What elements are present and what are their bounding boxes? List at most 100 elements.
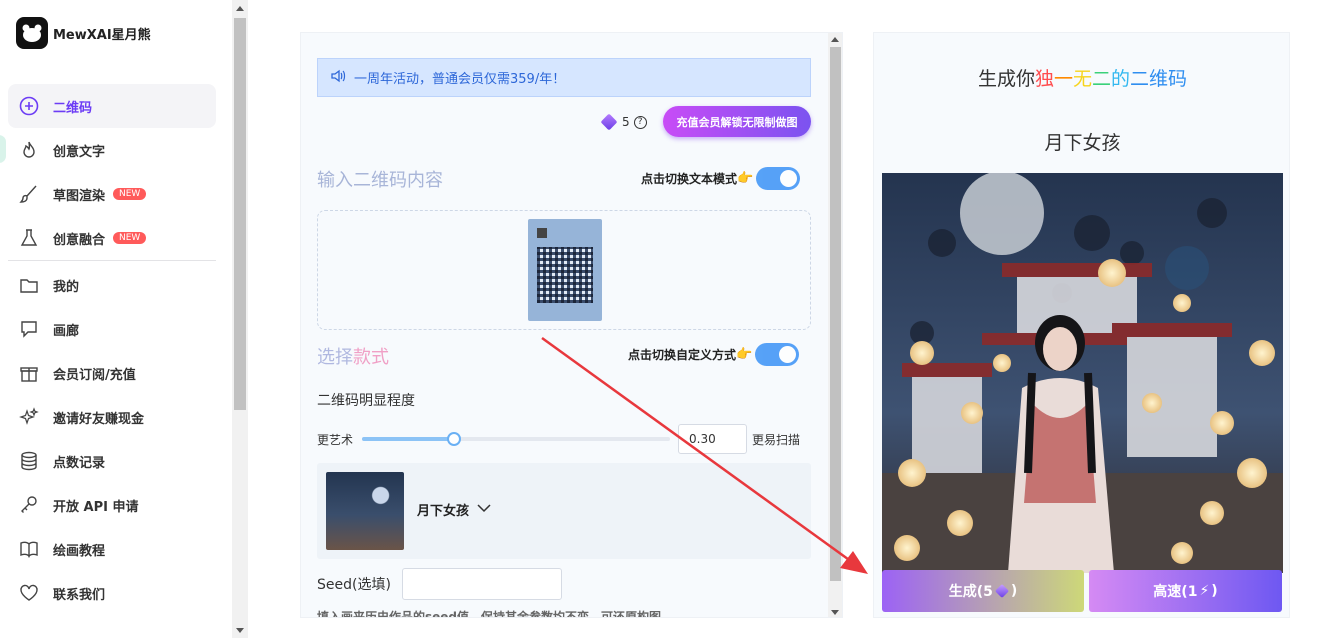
gem-icon: [600, 113, 618, 131]
scroll-up-icon[interactable]: [831, 37, 839, 42]
clarity-slider[interactable]: [362, 432, 671, 446]
text-mode-toggle-row: 点击切换文本模式 👉: [641, 167, 801, 190]
lightning-icon: ⚡: [1199, 583, 1210, 599]
sidebar-item-label: 草图渲染: [53, 188, 106, 204]
clarity-label: 二维码明显程度: [317, 393, 415, 409]
generate-button[interactable]: 生成(5): [882, 570, 1084, 612]
input-section-title: 输入二维码内容: [317, 170, 443, 191]
preview-image: [882, 173, 1283, 573]
points-value: 5: [622, 115, 630, 129]
sidebar-divider: [8, 260, 216, 261]
sidebar-item-label: 创意融合: [53, 232, 106, 248]
plus-circle-icon: [18, 95, 40, 117]
sidebar-item-label: 邀请好友赚现金: [53, 411, 145, 427]
sidebar-item-label: 画廊: [53, 323, 80, 339]
flask-icon: [18, 227, 40, 249]
style-thumbnail: [326, 472, 404, 550]
sidebar-item-label: 点数记录: [53, 455, 106, 471]
points-balance: 5 ?: [600, 111, 647, 133]
book-icon: [18, 538, 40, 560]
clarity-value-input[interactable]: 0.30: [678, 424, 748, 454]
sidebar-item-qrcode[interactable]: 二维码: [8, 84, 216, 128]
seed-hint: 填入画来历史作品的seed值，保持其余参数均不变，可还原构图: [317, 610, 662, 618]
toggle-label: 点击切换自定义方式: [628, 348, 737, 362]
notice-text: 一周年活动，普通会员仅需359/年！: [354, 72, 566, 87]
sidebar-scrollbar[interactable]: [232, 0, 248, 638]
result-style-name: 月下女孩: [1044, 132, 1121, 154]
style-dropdown[interactable]: 月下女孩: [417, 500, 491, 519]
seed-label: Seed(选填): [317, 577, 391, 593]
style-selector[interactable]: 月下女孩: [317, 463, 811, 559]
sparkle-icon: [18, 406, 40, 428]
pointing-hand-icon: 👉: [736, 347, 753, 362]
sidebar-indicator: [0, 135, 6, 163]
scroll-up-icon[interactable]: [236, 6, 244, 11]
sidebar-item-label: 联系我们: [53, 587, 106, 603]
scroll-down-icon[interactable]: [236, 628, 244, 633]
qrcode-form-panel: 一周年活动，普通会员仅需359/年！ 5 ? 充值会员解锁无限制做图 输入二维码…: [300, 32, 843, 618]
slider-left-label: 更艺术: [317, 432, 354, 447]
sidebar: MewXAI星月熊 二维码 创意文字 草图渲染 NEW 创意融合 NEW 我的 …: [0, 0, 232, 638]
brush-icon: [18, 183, 40, 205]
sidebar-item-label: 绘画教程: [53, 543, 106, 559]
panel-scrollbar[interactable]: [828, 33, 842, 617]
slider-thumb[interactable]: [447, 432, 462, 446]
vip-recharge-button[interactable]: 充值会员解锁无限制做图: [663, 106, 811, 137]
style-name-label: 月下女孩: [417, 504, 470, 519]
seed-input[interactable]: [401, 568, 562, 600]
sidebar-item-contact[interactable]: 联系我们: [8, 571, 216, 615]
database-icon: [18, 450, 40, 472]
new-badge: NEW: [113, 232, 147, 244]
qrcode-upload-area[interactable]: [317, 210, 811, 330]
bear-logo-icon: [16, 17, 48, 49]
text-mode-toggle[interactable]: [756, 167, 801, 190]
sidebar-item-label: 会员订阅/充值: [53, 367, 136, 383]
slider-right-label: 更易扫描: [752, 432, 801, 447]
sidebar-item-label: 开放 API 申请: [53, 499, 139, 515]
chat-icon: [18, 318, 40, 340]
speaker-icon: [330, 69, 346, 87]
chevron-down-icon: [477, 502, 491, 517]
slider-fill: [362, 437, 455, 441]
fast-generate-button[interactable]: 高速(1 ⚡): [1089, 570, 1282, 612]
sidebar-item-points-record[interactable]: 点数记录: [8, 439, 216, 483]
sidebar-item-label: 我的: [53, 279, 80, 295]
folder-icon: [18, 274, 40, 296]
brand-name: MewXAI星月熊: [53, 27, 151, 43]
sidebar-item-gallery[interactable]: 画廊: [8, 307, 216, 351]
sidebar-item-mine[interactable]: 我的: [8, 263, 216, 307]
clarity-slider-row: 更艺术 0.30 更易扫描: [317, 424, 817, 454]
sidebar-item-label: 二维码: [53, 100, 93, 116]
scrollbar-thumb[interactable]: [830, 47, 841, 581]
help-icon[interactable]: ?: [633, 115, 647, 129]
sidebar-nav: 二维码 创意文字 草图渲染 NEW 创意融合 NEW 我的 画廊 会员订阅/充值…: [8, 84, 216, 615]
key-icon: [18, 494, 40, 516]
sidebar-item-tutorial[interactable]: 绘画教程: [8, 527, 216, 571]
pointing-hand-icon: 👉: [737, 171, 754, 186]
custom-mode-toggle[interactable]: [755, 343, 800, 366]
new-badge: NEW: [113, 188, 147, 200]
style-section-title: 选择款式: [317, 347, 389, 368]
toggle-label: 点击切换文本模式: [641, 172, 738, 186]
custom-mode-toggle-row: 点击切换自定义方式 👉: [628, 343, 800, 366]
gift-icon: [18, 362, 40, 384]
seed-row: Seed(选填): [317, 568, 562, 600]
sidebar-item-membership[interactable]: 会员订阅/充值: [8, 351, 216, 395]
sidebar-item-sketch-render[interactable]: 草图渲染 NEW: [8, 172, 216, 216]
uploaded-qrcode-image: [528, 219, 602, 321]
brand[interactable]: MewXAI星月熊: [16, 16, 151, 50]
sidebar-item-open-api[interactable]: 开放 API 申请: [8, 483, 216, 527]
result-panel: 生成你独一无二的二维码 月下女孩 生成(5) 高速(1 ⚡): [873, 32, 1290, 618]
result-title: 生成你独一无二的二维码: [977, 68, 1188, 90]
heart-icon: [18, 582, 40, 604]
sidebar-item-creative-fusion[interactable]: 创意融合 NEW: [8, 216, 216, 260]
flame-icon: [18, 139, 40, 161]
sidebar-item-creative-text[interactable]: 创意文字: [8, 128, 216, 172]
sidebar-item-invite[interactable]: 邀请好友赚现金: [8, 395, 216, 439]
scrollbar-thumb[interactable]: [234, 18, 246, 410]
sidebar-item-label: 创意文字: [53, 144, 106, 160]
gem-icon: [994, 583, 1009, 599]
promo-notice[interactable]: 一周年活动，普通会员仅需359/年！: [317, 58, 811, 97]
scroll-down-icon[interactable]: [831, 610, 839, 615]
app-root: MewXAI星月熊 二维码 创意文字 草图渲染 NEW 创意融合 NEW 我的 …: [0, 0, 1334, 638]
